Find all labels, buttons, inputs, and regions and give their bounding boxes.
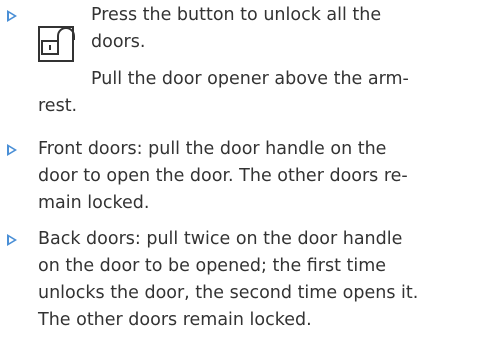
unlock-icon (38, 26, 75, 62)
triangle-bullet-icon (7, 144, 17, 156)
item2-line-2: door to open the door. The other doors r… (38, 166, 408, 186)
item2-line-1: Front doors: pull the door handle on the (38, 139, 387, 159)
item3-line-1: Back doors: pull twice on the door handl… (38, 229, 403, 249)
item1-sub-line-2: rest. (38, 96, 78, 116)
triangle-bullet-icon (7, 234, 17, 246)
item3-line-2: on the door to be opened; the first time (38, 256, 387, 276)
item1-sub-line-1: Pull the door opener above the arm- (91, 69, 409, 89)
item3-line-3: unlocks the door, the second time opens … (38, 283, 419, 303)
item1-line-1: Press the button to unlock all the (91, 5, 382, 25)
triangle-bullet-icon (7, 10, 17, 22)
item2-line-3: main locked. (38, 193, 150, 213)
item3-line-4: The other doors remain locked. (38, 310, 312, 330)
item1-line-2: doors. (91, 32, 146, 52)
